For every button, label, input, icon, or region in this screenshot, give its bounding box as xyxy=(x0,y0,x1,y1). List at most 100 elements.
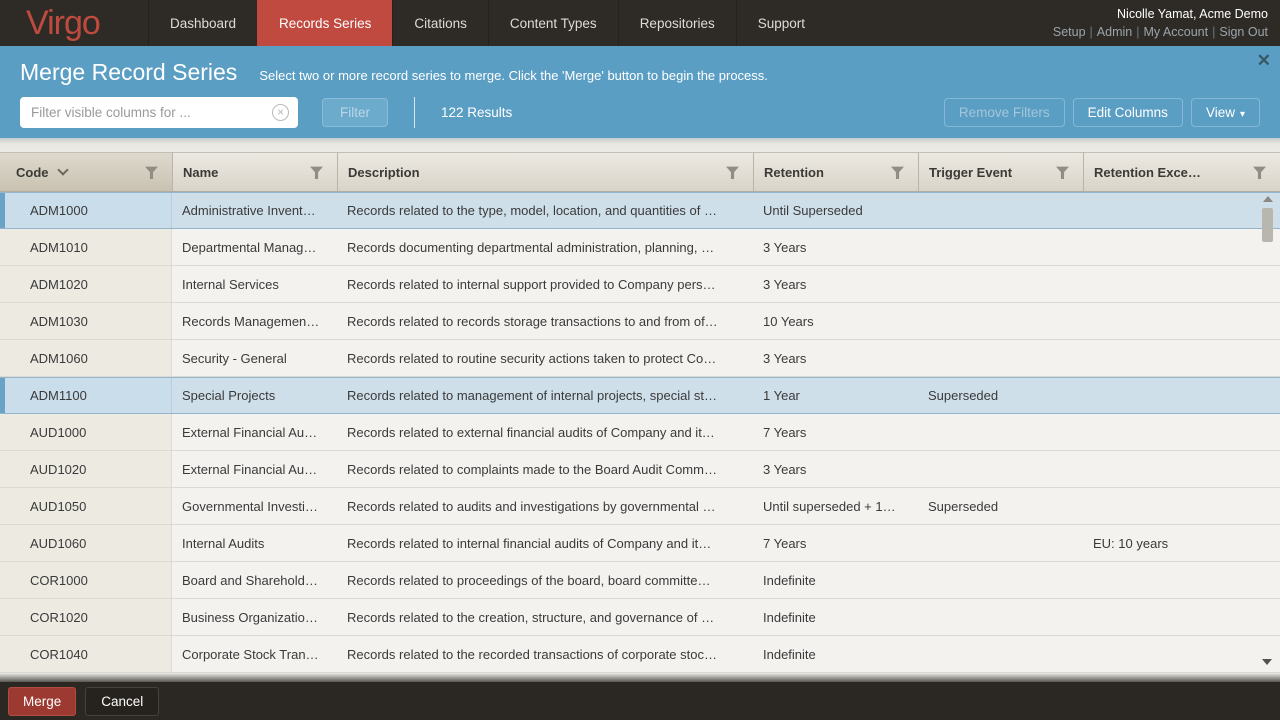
nav-tab-dashboard[interactable]: Dashboard xyxy=(148,0,257,46)
table-row[interactable]: ADM1020 Internal Services Records relate… xyxy=(0,266,1280,303)
nav-tab-support[interactable]: Support xyxy=(736,0,826,46)
cell-name: Corporate Stock Tran… xyxy=(172,636,337,672)
my-account-link[interactable]: My Account xyxy=(1143,25,1208,39)
cell-code: ADM1060 xyxy=(0,340,172,376)
cell-trigger-event: Superseded xyxy=(918,488,1083,524)
column-header-retention-exceptions[interactable]: Retention Exce… xyxy=(1083,153,1280,191)
column-header-code[interactable]: Code xyxy=(0,153,172,191)
scroll-up-icon[interactable] xyxy=(1263,196,1273,202)
cell-name: Board and Sharehold… xyxy=(172,562,337,598)
cell-code: AUD1060 xyxy=(0,525,172,561)
table-row[interactable]: AUD1050 Governmental Investi… Records re… xyxy=(0,488,1280,525)
table-row[interactable]: ADM1100 Special Projects Records related… xyxy=(0,377,1280,414)
view-dropdown-button[interactable]: View ▾ xyxy=(1191,98,1260,127)
cell-retention-exception xyxy=(1083,562,1280,598)
cell-trigger-event xyxy=(918,303,1083,339)
filter-input[interactable] xyxy=(20,97,298,128)
filter-funnel-icon[interactable] xyxy=(310,165,323,179)
cell-retention-exception xyxy=(1083,229,1280,265)
cell-retention-exception xyxy=(1083,599,1280,635)
cell-retention-exception xyxy=(1083,340,1280,376)
cell-code: AUD1000 xyxy=(0,414,172,450)
cell-retention: 1 Year xyxy=(753,378,918,413)
cell-name: External Financial Au… xyxy=(172,451,337,487)
cell-code: ADM1010 xyxy=(0,229,172,265)
cell-retention: 3 Years xyxy=(753,340,918,376)
cell-retention-exception xyxy=(1083,414,1280,450)
cell-description: Records related to complaints made to th… xyxy=(337,451,753,487)
cell-retention-exception xyxy=(1083,193,1280,228)
table-row[interactable]: COR1020 Business Organizatio… Records re… xyxy=(0,599,1280,636)
scroll-down-icon[interactable] xyxy=(1262,659,1272,665)
column-header-trigger-event[interactable]: Trigger Event xyxy=(918,153,1083,191)
cell-retention-exception xyxy=(1083,303,1280,339)
setup-link[interactable]: Setup xyxy=(1053,25,1086,39)
cell-description: Records related to internal support prov… xyxy=(337,266,753,302)
column-header-retention[interactable]: Retention xyxy=(753,153,918,191)
scrollbar-thumb[interactable] xyxy=(1262,208,1273,242)
cell-description: Records related to management of interna… xyxy=(337,378,753,413)
cell-trigger-event xyxy=(918,599,1083,635)
filter-funnel-icon[interactable] xyxy=(891,165,904,179)
close-icon[interactable]: ✕ xyxy=(1257,52,1271,69)
cell-retention-exception: EU: 10 years xyxy=(1083,525,1280,561)
table-row[interactable]: ADM1030 Records Managemen… Records relat… xyxy=(0,303,1280,340)
table-row[interactable]: ADM1060 Security - General Records relat… xyxy=(0,340,1280,377)
column-header-description[interactable]: Description xyxy=(337,153,753,191)
cell-trigger-event: Superseded xyxy=(918,378,1083,413)
cell-retention: 3 Years xyxy=(753,266,918,302)
app-logo: Virgo xyxy=(0,0,148,46)
table-row[interactable]: AUD1000 External Financial Au… Records r… xyxy=(0,414,1280,451)
cell-retention-exception xyxy=(1083,488,1280,524)
nav-tab-content-types[interactable]: Content Types xyxy=(488,0,618,46)
merge-button[interactable]: Merge xyxy=(8,687,76,716)
cell-retention: Indefinite xyxy=(753,562,918,598)
admin-link[interactable]: Admin xyxy=(1097,25,1132,39)
cell-code: ADM1020 xyxy=(0,266,172,302)
table-row[interactable]: AUD1060 Internal Audits Records related … xyxy=(0,525,1280,562)
cell-trigger-event xyxy=(918,451,1083,487)
cell-retention: 3 Years xyxy=(753,229,918,265)
results-count: 122 Results xyxy=(441,105,512,120)
cell-description: Records related to audits and investigat… xyxy=(337,488,753,524)
remove-filters-button[interactable]: Remove Filters xyxy=(944,98,1065,127)
cell-name: Records Managemen… xyxy=(172,303,337,339)
cell-description: Records related to the recorded transact… xyxy=(337,636,753,672)
cell-description: Records related to internal financial au… xyxy=(337,525,753,561)
chevron-down-icon: ▾ xyxy=(1240,109,1245,120)
cell-name: Business Organizatio… xyxy=(172,599,337,635)
nav-tab-repositories[interactable]: Repositories xyxy=(618,0,736,46)
cell-code: COR1040 xyxy=(0,636,172,672)
table-row[interactable]: AUD1020 External Financial Au… Records r… xyxy=(0,451,1280,488)
table-row[interactable]: COR1000 Board and Sharehold… Records rel… xyxy=(0,562,1280,599)
table-row[interactable]: COR1040 Corporate Stock Tran… Records re… xyxy=(0,636,1280,673)
cell-trigger-event xyxy=(918,525,1083,561)
nav-tab-records-series[interactable]: Records Series xyxy=(257,0,392,46)
column-header-name[interactable]: Name xyxy=(172,153,337,191)
cell-name: Governmental Investi… xyxy=(172,488,337,524)
filter-funnel-icon[interactable] xyxy=(145,165,158,179)
sign-out-link[interactable]: Sign Out xyxy=(1219,25,1268,39)
cell-name: Security - General xyxy=(172,340,337,376)
table-row[interactable]: ADM1000 Administrative Invent… Records r… xyxy=(0,192,1280,229)
nav-tab-citations[interactable]: Citations xyxy=(392,0,488,46)
top-nav-bar: Virgo Dashboard Records Series Citations… xyxy=(0,0,1280,46)
view-label: View xyxy=(1206,105,1235,120)
cancel-button[interactable]: Cancel xyxy=(85,687,159,716)
vertical-scrollbar[interactable] xyxy=(1260,194,1275,667)
cell-description: Records related to routine security acti… xyxy=(337,340,753,376)
link-separator: | xyxy=(1090,25,1093,39)
filter-button[interactable]: Filter xyxy=(322,98,388,127)
table-row[interactable]: ADM1010 Departmental Manag… Records docu… xyxy=(0,229,1280,266)
clear-filter-icon[interactable]: × xyxy=(272,104,289,121)
cell-trigger-event xyxy=(918,266,1083,302)
filter-funnel-icon[interactable] xyxy=(1253,165,1266,179)
cell-code: ADM1100 xyxy=(0,378,172,413)
filter-funnel-icon[interactable] xyxy=(726,165,739,179)
cell-name: External Financial Au… xyxy=(172,414,337,450)
user-block: Nicolle Yamat, Acme Demo Setup|Admin|My … xyxy=(1053,5,1268,41)
edit-columns-button[interactable]: Edit Columns xyxy=(1073,98,1183,127)
page-title: Merge Record Series xyxy=(20,59,237,86)
filter-funnel-icon[interactable] xyxy=(1056,165,1069,179)
link-separator: | xyxy=(1212,25,1215,39)
